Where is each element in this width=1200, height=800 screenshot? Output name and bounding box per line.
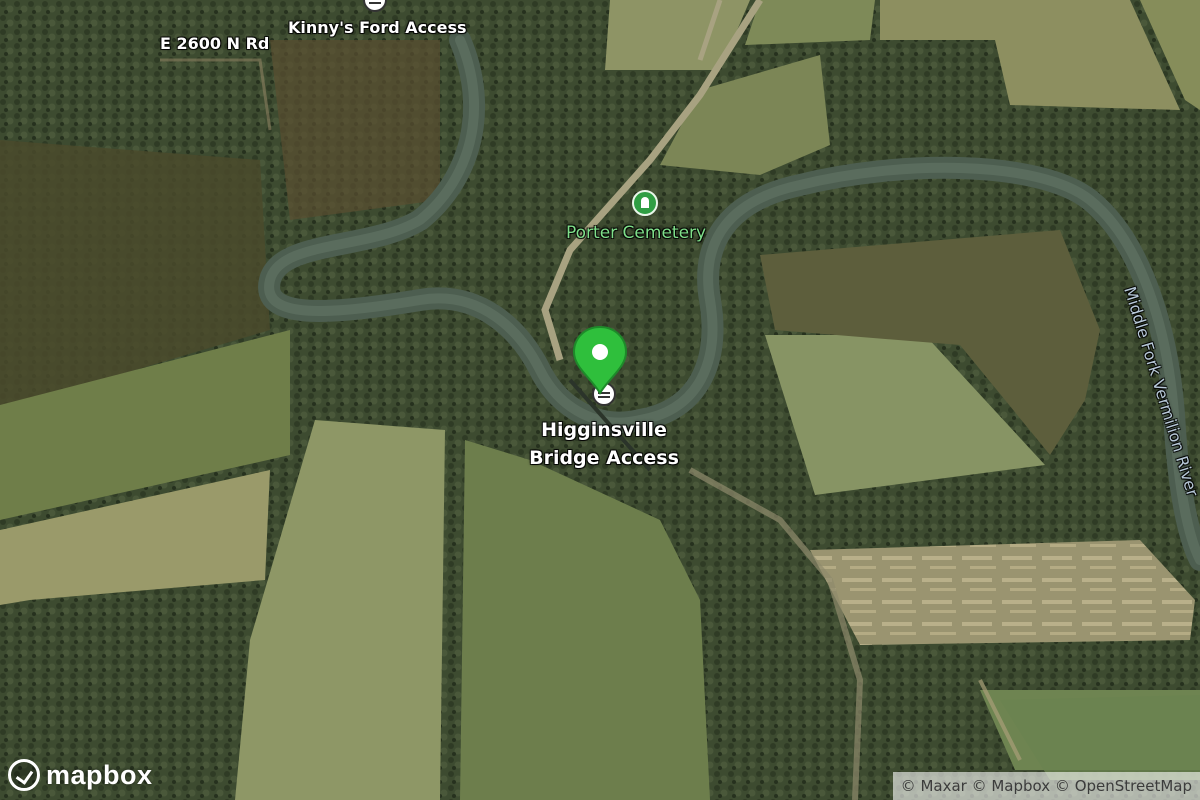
attribution-maxar-link[interactable]: © Maxar [901,777,967,795]
higginsville-bridge-access-label[interactable]: Higginsville Bridge Access [528,416,680,472]
mapbox-logo-text: mapbox [46,759,153,790]
satellite-map[interactable]: E 2600 N Rd Kinny's Ford Access Porter C… [0,0,1200,800]
porter-cemetery-label[interactable]: Porter Cemetery [566,223,706,243]
cemetery-stone-glyph [641,197,649,208]
mapbox-logo-icon [8,759,40,791]
attribution-osm-link[interactable]: © OpenStreetMap [1055,777,1192,795]
kinnys-ford-access-label[interactable]: Kinny's Ford Access [288,18,467,37]
mapbox-logo[interactable]: mapbox [8,756,153,794]
higginsville-label-line2: Bridge Access [529,447,679,469]
cemetery-icon[interactable] [632,190,658,216]
attribution-mapbox-link[interactable]: © Mapbox [972,777,1051,795]
location-pin-icon[interactable] [570,325,630,395]
road-label: E 2600 N Rd [160,34,270,53]
attribution-bar: © Maxar © Mapbox © OpenStreetMap [892,772,1200,800]
higginsville-label-line1: Higginsville [541,419,667,441]
